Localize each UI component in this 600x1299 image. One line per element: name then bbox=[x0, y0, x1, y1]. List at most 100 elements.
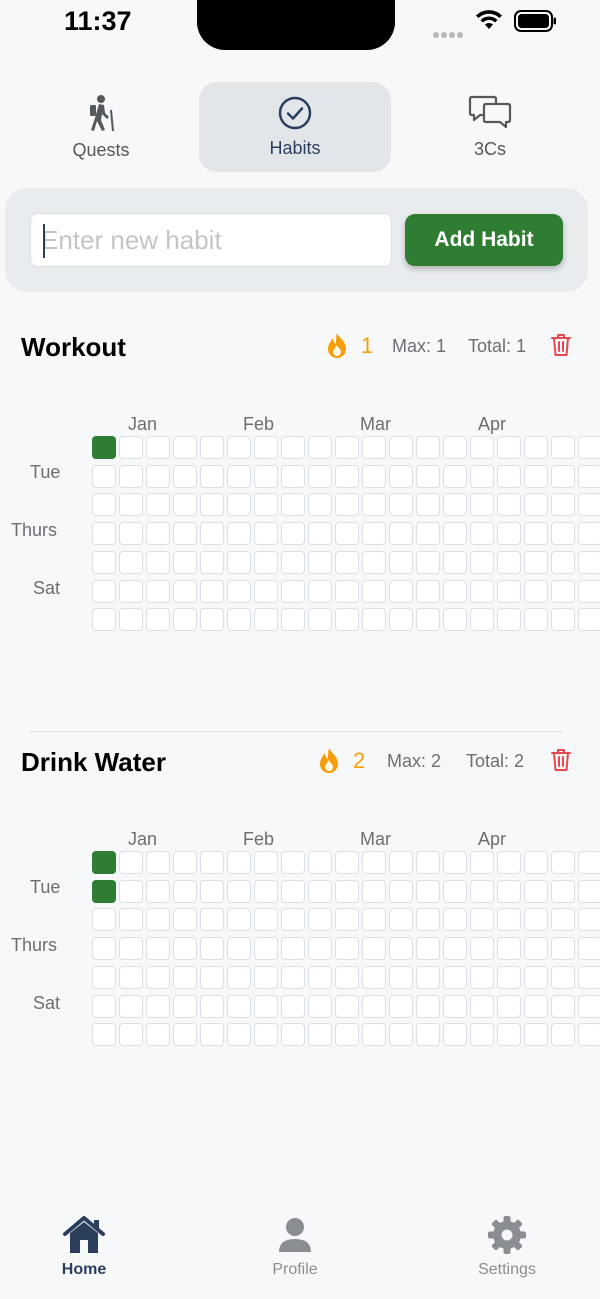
day-cell[interactable] bbox=[308, 522, 332, 545]
day-cell[interactable] bbox=[254, 436, 278, 459]
day-cell[interactable] bbox=[281, 436, 305, 459]
day-cell[interactable] bbox=[335, 522, 359, 545]
day-cell[interactable] bbox=[416, 436, 440, 459]
day-cell[interactable] bbox=[92, 493, 116, 516]
day-cell[interactable] bbox=[335, 880, 359, 903]
day-cell[interactable] bbox=[146, 580, 170, 603]
nav-home[interactable]: Home bbox=[14, 1215, 154, 1279]
day-cell[interactable] bbox=[551, 493, 575, 516]
day-cell[interactable] bbox=[173, 580, 197, 603]
day-cell[interactable] bbox=[227, 436, 251, 459]
day-cell[interactable] bbox=[227, 880, 251, 903]
day-cell[interactable] bbox=[416, 937, 440, 960]
trash-icon[interactable] bbox=[551, 333, 571, 357]
day-cell[interactable] bbox=[281, 580, 305, 603]
day-cell[interactable] bbox=[416, 493, 440, 516]
day-cell[interactable] bbox=[254, 851, 278, 874]
day-cell[interactable] bbox=[146, 493, 170, 516]
day-cell[interactable] bbox=[578, 465, 600, 488]
day-cell[interactable] bbox=[524, 1023, 548, 1046]
day-cell[interactable] bbox=[173, 880, 197, 903]
day-cell[interactable] bbox=[362, 551, 386, 574]
day-cell[interactable] bbox=[416, 465, 440, 488]
day-cell[interactable] bbox=[92, 908, 116, 931]
day-cell[interactable] bbox=[416, 995, 440, 1018]
tab-habits[interactable]: Habits bbox=[199, 82, 391, 172]
day-cell[interactable] bbox=[281, 465, 305, 488]
day-cell[interactable] bbox=[389, 966, 413, 989]
day-cell[interactable] bbox=[551, 436, 575, 459]
day-cell[interactable] bbox=[119, 436, 143, 459]
day-cell[interactable] bbox=[92, 608, 116, 631]
day-cell[interactable] bbox=[578, 1023, 600, 1046]
day-cell[interactable] bbox=[281, 522, 305, 545]
day-cell[interactable] bbox=[173, 436, 197, 459]
day-cell[interactable] bbox=[119, 995, 143, 1018]
day-cell[interactable] bbox=[551, 908, 575, 931]
day-cell[interactable] bbox=[281, 551, 305, 574]
day-cell[interactable] bbox=[308, 551, 332, 574]
day-cell[interactable] bbox=[335, 1023, 359, 1046]
day-cell[interactable] bbox=[92, 1023, 116, 1046]
day-cell[interactable] bbox=[389, 465, 413, 488]
day-cell[interactable] bbox=[227, 995, 251, 1018]
day-cell[interactable] bbox=[389, 851, 413, 874]
day-cell[interactable] bbox=[551, 966, 575, 989]
day-cell[interactable] bbox=[497, 522, 521, 545]
day-cell[interactable] bbox=[281, 937, 305, 960]
day-cell[interactable] bbox=[335, 551, 359, 574]
day-cell[interactable] bbox=[281, 608, 305, 631]
day-cell[interactable] bbox=[389, 580, 413, 603]
day-cell[interactable] bbox=[308, 995, 332, 1018]
day-cell[interactable] bbox=[470, 465, 494, 488]
day-cell[interactable] bbox=[254, 908, 278, 931]
day-cell[interactable] bbox=[254, 880, 278, 903]
day-cell[interactable] bbox=[389, 937, 413, 960]
day-cell[interactable] bbox=[578, 493, 600, 516]
day-cell[interactable] bbox=[443, 908, 467, 931]
day-cell[interactable] bbox=[119, 937, 143, 960]
day-cell[interactable] bbox=[92, 851, 116, 874]
day-cell[interactable] bbox=[551, 580, 575, 603]
day-cell[interactable] bbox=[443, 580, 467, 603]
day-cell[interactable] bbox=[173, 995, 197, 1018]
day-cell[interactable] bbox=[524, 465, 548, 488]
day-cell[interactable] bbox=[497, 436, 521, 459]
day-cell[interactable] bbox=[524, 436, 548, 459]
day-cell[interactable] bbox=[92, 551, 116, 574]
nav-profile[interactable]: Profile bbox=[225, 1215, 365, 1279]
day-cell[interactable] bbox=[497, 580, 521, 603]
day-cell[interactable] bbox=[497, 995, 521, 1018]
day-cell[interactable] bbox=[551, 880, 575, 903]
day-cell[interactable] bbox=[281, 908, 305, 931]
day-cell[interactable] bbox=[146, 851, 170, 874]
day-cell[interactable] bbox=[578, 436, 600, 459]
day-cell[interactable] bbox=[470, 493, 494, 516]
day-cell[interactable] bbox=[389, 551, 413, 574]
day-cell[interactable] bbox=[227, 937, 251, 960]
add-habit-button[interactable]: Add Habit bbox=[405, 214, 563, 266]
day-cell[interactable] bbox=[200, 995, 224, 1018]
trash-icon[interactable] bbox=[551, 748, 571, 772]
day-cell[interactable] bbox=[308, 966, 332, 989]
day-cell[interactable] bbox=[362, 493, 386, 516]
day-cell[interactable] bbox=[389, 493, 413, 516]
day-cell[interactable] bbox=[578, 937, 600, 960]
day-cell[interactable] bbox=[470, 937, 494, 960]
day-cell[interactable] bbox=[119, 580, 143, 603]
day-cell[interactable] bbox=[146, 880, 170, 903]
day-cell[interactable] bbox=[416, 1023, 440, 1046]
day-cell[interactable] bbox=[578, 551, 600, 574]
day-cell[interactable] bbox=[227, 908, 251, 931]
day-cell[interactable] bbox=[578, 608, 600, 631]
day-cell[interactable] bbox=[578, 995, 600, 1018]
day-cell[interactable] bbox=[362, 522, 386, 545]
tab-3cs[interactable]: 3Cs bbox=[394, 82, 586, 172]
day-cell[interactable] bbox=[578, 522, 600, 545]
day-cell[interactable] bbox=[200, 608, 224, 631]
day-cell[interactable] bbox=[200, 465, 224, 488]
day-cell[interactable] bbox=[200, 1023, 224, 1046]
day-cell[interactable] bbox=[254, 493, 278, 516]
day-cell[interactable] bbox=[335, 580, 359, 603]
day-cell[interactable] bbox=[308, 436, 332, 459]
